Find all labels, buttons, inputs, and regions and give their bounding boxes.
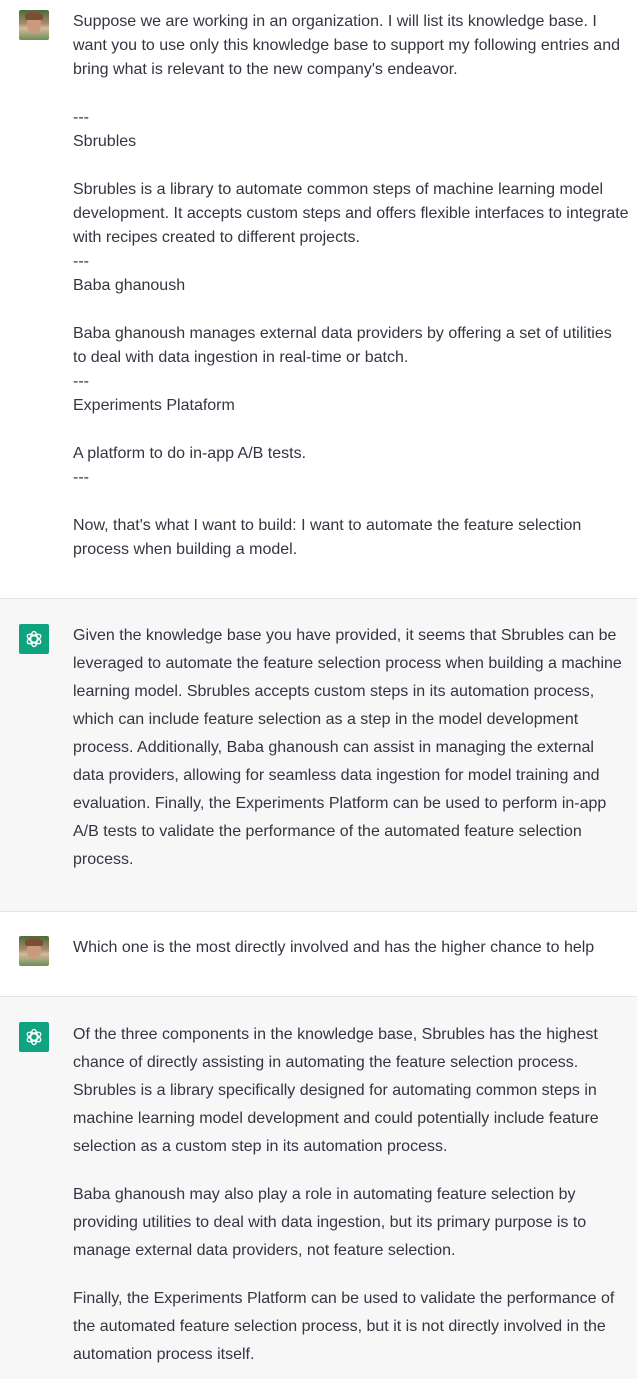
message-line: Suppose we are working in an organizatio…	[73, 13, 620, 78]
kb-title-sbrubles: Sbrubles	[73, 133, 137, 150]
user-message-2: Which one is the most directly involved …	[0, 911, 637, 996]
separator-line: ---	[73, 109, 89, 126]
message-line: Now, that's what I want to build: I want…	[73, 517, 582, 558]
message-paragraph: Baba ghanoush may also play a role in au…	[73, 1186, 587, 1259]
message-line: A platform to do in-app A/B tests.	[73, 445, 307, 462]
assistant-message-text: Given the knowledge base you have provid…	[73, 622, 629, 874]
assistant-message-2: Of the three components in the knowledge…	[0, 996, 637, 1379]
assistant-message-text: Of the three components in the knowledge…	[73, 1021, 629, 1369]
separator-line: ---	[73, 469, 89, 486]
user-avatar-icon	[19, 936, 49, 966]
assistant-message-1: Given the knowledge base you have provid…	[0, 598, 637, 911]
openai-logo-icon	[19, 1022, 49, 1052]
message-line: Sbrubles is a library to automate common…	[73, 181, 629, 246]
message-paragraph: Given the knowledge base you have provid…	[73, 627, 622, 868]
user-avatar-icon	[19, 10, 49, 40]
message-line: Baba ghanoush manages external data prov…	[73, 325, 612, 366]
user-message-text: Which one is the most directly involved …	[73, 936, 629, 960]
user-message-text: Suppose we are working in an organizatio…	[73, 10, 629, 562]
kb-title-baba-ghanoush: Baba ghanoush	[73, 277, 186, 294]
message-paragraph: Of the three components in the knowledge…	[73, 1026, 599, 1155]
message-line: Which one is the most directly involved …	[73, 939, 595, 956]
openai-logo-icon	[19, 624, 49, 654]
user-message-1: Suppose we are working in an organizatio…	[0, 0, 637, 598]
message-paragraph: Finally, the Experiments Platform can be…	[73, 1290, 615, 1363]
separator-line: ---	[73, 373, 89, 390]
kb-title-experiments: Experiments Plataform	[73, 397, 235, 414]
separator-line: ---	[73, 253, 89, 270]
